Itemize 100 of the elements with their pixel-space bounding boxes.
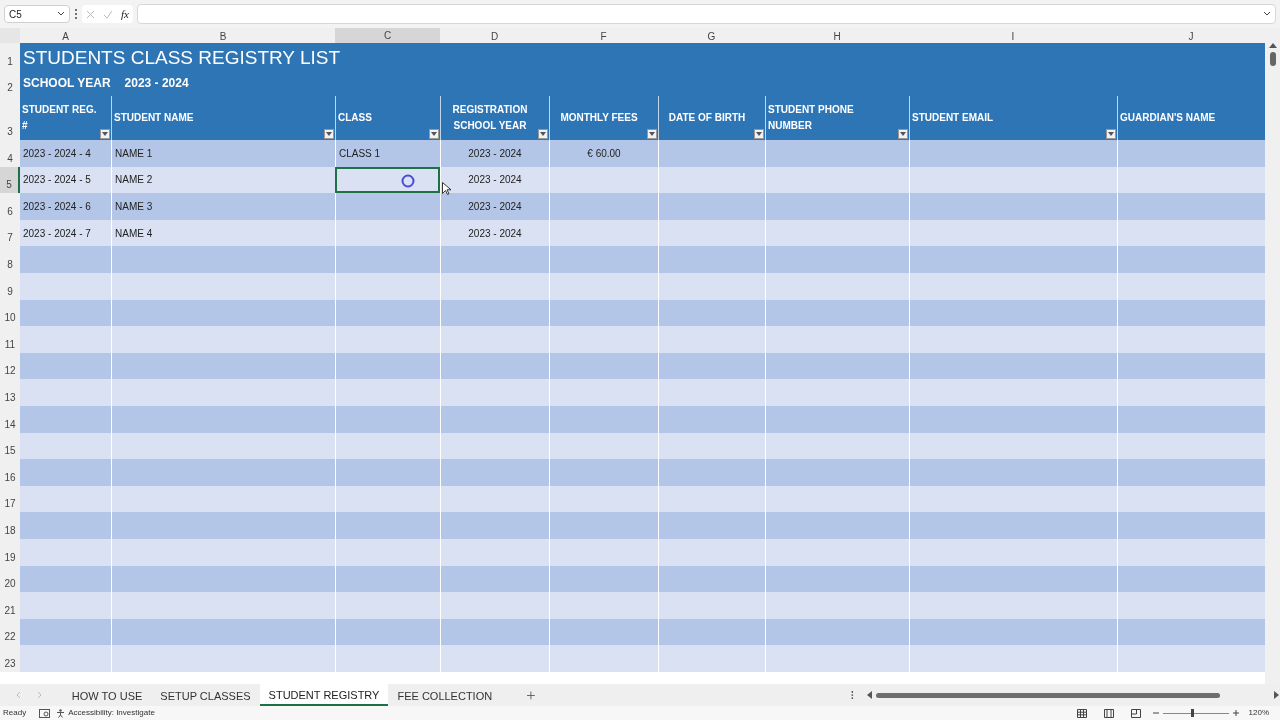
column-header[interactable]: A (20, 28, 111, 45)
column-header[interactable]: H (765, 28, 909, 45)
filter-button[interactable] (647, 129, 657, 139)
table-cell: NAME 4 (111, 219, 335, 247)
page-layout-icon[interactable] (1103, 708, 1114, 718)
filter-button[interactable] (538, 129, 548, 139)
column-heading: STUDENT REG. # (20, 96, 111, 140)
table-cell: NAME 3 (111, 193, 335, 220)
row-header[interactable]: 17 (0, 485, 20, 513)
add-sheet-icon[interactable] (527, 690, 535, 700)
name-box[interactable]: C5 (4, 5, 70, 23)
table-cell: 2023 - 2024 - 6 (20, 193, 111, 220)
row-header[interactable]: 13 (0, 379, 20, 406)
filter-button[interactable] (100, 129, 110, 139)
row-header[interactable]: 19 (0, 538, 20, 566)
row-header[interactable]: 3 (0, 96, 20, 140)
scroll-right-icon[interactable] (1274, 691, 1280, 699)
insert-function-button[interactable]: fx (121, 5, 129, 23)
column-header[interactable]: J (1117, 28, 1265, 45)
column-header[interactable]: G (658, 28, 765, 45)
scroll-up-icon[interactable] (1268, 42, 1277, 48)
table-cell: 2023 - 2024 (440, 140, 549, 167)
column-header[interactable]: B (111, 28, 335, 45)
filter-button[interactable] (1106, 129, 1116, 139)
more-options-icon[interactable] (851, 690, 854, 700)
row-header[interactable]: 10 (0, 299, 20, 327)
caret-down-icon (431, 132, 437, 136)
page-break-icon[interactable] (1130, 708, 1141, 718)
row-header[interactable]: 5 (0, 166, 20, 194)
row-header[interactable]: 22 (0, 618, 20, 646)
horizontal-scrollbar[interactable] (865, 690, 1280, 700)
row-header[interactable]: 9 (0, 272, 20, 300)
column-header[interactable]: I (909, 28, 1117, 45)
formula-input[interactable] (136, 4, 1276, 24)
row-header[interactable]: 21 (0, 592, 20, 619)
row-header[interactable]: 15 (0, 432, 20, 460)
table-cell: 2023 - 2024 (440, 166, 549, 194)
mouse-pointer-icon (442, 181, 451, 195)
column-heading: MONTHLY FEES (549, 96, 658, 140)
accessibility-status[interactable]: Accessibility: Investigate (68, 707, 155, 719)
table-cell: € 60.00 (549, 140, 658, 167)
macro-recorder-icon[interactable] (39, 708, 51, 718)
sheet-title: STUDENTS CLASS REGISTRY LIST (23, 46, 341, 70)
row-header[interactable]: 7 (0, 219, 20, 247)
sheet-tab[interactable]: SETUP CLASSES (151, 684, 260, 706)
filter-button[interactable] (324, 129, 334, 139)
scroll-left-icon[interactable] (865, 691, 872, 699)
school-year-value: 2023 - 2024 (124, 75, 189, 92)
sheet-tab[interactable]: HOW TO USE (62, 684, 152, 706)
zoom-slider-thumb[interactable] (1190, 709, 1194, 717)
row-header[interactable]: 14 (0, 405, 20, 433)
row-header[interactable]: 11 (0, 326, 20, 353)
filter-button[interactable] (898, 129, 908, 139)
column-heading: DATE OF BIRTH (658, 96, 765, 140)
row-header[interactable]: 6 (0, 193, 20, 220)
caret-down-icon (756, 132, 762, 136)
row-header[interactable]: 2 (0, 70, 20, 96)
caret-down-icon (900, 132, 906, 136)
row-header[interactable]: 18 (0, 512, 20, 539)
row-header[interactable]: 23 (0, 645, 20, 672)
zoom-in-icon[interactable] (1232, 710, 1239, 716)
more-options-icon[interactable] (74, 8, 78, 20)
normal-view-icon[interactable] (1076, 708, 1087, 718)
row-header[interactable]: 20 (0, 565, 20, 593)
table-cell: 2023 - 2024 - 4 (20, 140, 111, 167)
column-heading: GUARDIAN'S NAME (1117, 96, 1265, 140)
table-cell: NAME 2 (111, 166, 335, 194)
row-header[interactable]: 1 (0, 43, 20, 70)
row-header[interactable]: 4 (0, 140, 20, 167)
table-cell: 2023 - 2024 - 7 (20, 219, 111, 247)
status-text: Ready (3, 707, 27, 719)
school-year-label: SCHOOL YEAR (23, 75, 111, 92)
row-header[interactable]: 8 (0, 246, 20, 273)
column-heading: CLASS (335, 96, 440, 140)
column-heading: STUDENT NAME (111, 96, 335, 140)
zoom-level[interactable]: 120% (1248, 707, 1269, 719)
table-cell: 2023 - 2024 - 5 (20, 166, 111, 194)
column-header[interactable]: D (440, 28, 549, 45)
sheet-tab[interactable]: FEE COLLECTION (388, 684, 502, 706)
caret-down-icon (540, 132, 546, 136)
table-cell: 2023 - 2024 (440, 193, 549, 220)
table-cell: NAME 1 (111, 140, 335, 167)
check-icon[interactable] (103, 9, 113, 19)
column-heading: STUDENT EMAIL (909, 96, 1117, 140)
column-heading: STUDENT PHONE NUMBER (765, 96, 909, 140)
table-cell: 2023 - 2024 (440, 219, 549, 247)
scrollbar-thumb[interactable] (875, 692, 1220, 698)
row-header[interactable]: 12 (0, 352, 20, 380)
caret-down-icon (326, 132, 332, 136)
sheet-tab[interactable]: STUDENT REGISTRY (259, 684, 389, 706)
filter-button[interactable] (754, 129, 764, 139)
column-header[interactable]: F (549, 28, 658, 45)
chevron-down-icon[interactable] (1263, 11, 1271, 17)
busy-cursor-icon (401, 173, 415, 188)
accessibility-icon[interactable] (56, 708, 66, 718)
row-header[interactable]: 16 (0, 459, 20, 486)
filter-button[interactable] (429, 129, 439, 139)
scrollbar-thumb[interactable] (1269, 52, 1276, 66)
caret-down-icon (649, 132, 655, 136)
zoom-slider[interactable] (1162, 709, 1229, 717)
